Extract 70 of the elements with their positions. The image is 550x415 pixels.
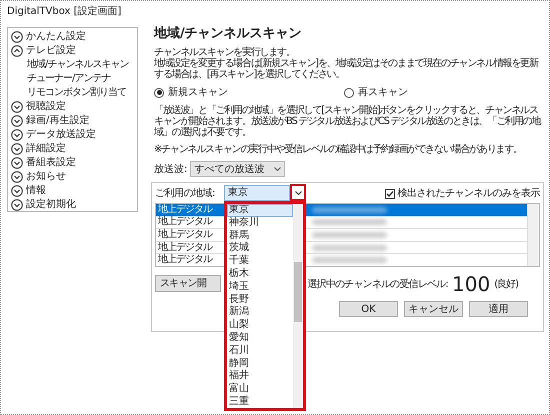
radio-label: 新規スキャン: [168, 86, 228, 100]
dropdown-option[interactable]: 福井: [227, 370, 293, 384]
expand-icon[interactable]: [11, 143, 23, 155]
checkbox-label: 検出されたチャンネルのみを表示: [398, 186, 540, 201]
sidebar-item[interactable]: 設定初期化: [26, 198, 76, 212]
signal-value: 100: [452, 273, 490, 295]
sidebar-item[interactable]: データ放送設定: [26, 128, 96, 142]
dropdown-option[interactable]: 群馬: [227, 230, 293, 242]
description-text: チャンネルスキャンを実行します。: [154, 47, 296, 58]
expand-icon[interactable]: [11, 185, 23, 197]
dropdown-option[interactable]: 愛知: [227, 332, 293, 345]
dropdown-option[interactable]: 栃木: [227, 268, 293, 281]
expand-icon[interactable]: [11, 171, 23, 183]
note-text: ※チャンネルスキャンの実行中や受信レベルの確認中は予約録画ができない場合があります。: [154, 144, 523, 155]
dropdown-option[interactable]: 千葉: [227, 255, 293, 268]
table-cell: 地上デジタル: [158, 228, 212, 241]
broadcast-select[interactable]: すべての放送波: [190, 161, 286, 177]
caret-icon: [274, 167, 282, 171]
collapse-icon[interactable]: [11, 45, 23, 57]
table-cell: 地上デジタル: [158, 216, 212, 228]
radio-label: 再スキャン: [358, 86, 408, 100]
table-cell: 地上デジタル: [158, 254, 212, 266]
table-cell-text: 地上デジタル: [158, 242, 212, 254]
radio-button[interactable]: [344, 88, 354, 98]
dropdown-option[interactable]: 三重: [227, 396, 293, 408]
table-cell-text: 地上デジタル: [158, 204, 212, 216]
radio-button[interactable]: [154, 88, 164, 98]
expand-icon[interactable]: [11, 101, 23, 113]
sidebar-item[interactable]: お知らせ: [26, 170, 66, 184]
region-label: ご利用の地域:: [155, 186, 215, 201]
sidebar-subitem[interactable]: チューナー/アンテナ: [27, 72, 110, 86]
scan-start-button[interactable]: スキャン開: [155, 275, 221, 292]
sidebar-item[interactable]: かんたん設定: [26, 30, 86, 44]
sidebar-subitem[interactable]: リモコンボタン割り当て: [27, 86, 126, 100]
dialog-button[interactable]: キャンセル: [404, 301, 463, 317]
sidebar-item[interactable]: 番組表設定: [26, 156, 76, 170]
dropdown-option[interactable]: 茨城: [227, 242, 293, 256]
dropdown-button[interactable]: [290, 184, 306, 201]
region-select[interactable]: 東京: [224, 184, 290, 200]
broadcast-label: 放送波:: [154, 162, 188, 176]
expand-icon[interactable]: [11, 115, 23, 127]
dropdown-option[interactable]: 新潟: [227, 306, 293, 320]
expand-icon[interactable]: [11, 157, 23, 169]
dropdown-option[interactable]: 長野: [227, 294, 293, 306]
dropdown-option[interactable]: 静岡: [227, 358, 293, 370]
sidebar-item[interactable]: 詳細設定: [26, 142, 66, 156]
expand-icon[interactable]: [11, 129, 23, 141]
window-title: DigitalTVbox [設定画面]: [6, 4, 122, 18]
sidebar-item[interactable]: 情報: [26, 184, 46, 198]
sidebar-item[interactable]: テレビ設定: [26, 44, 76, 58]
scrollbar: [527, 204, 539, 266]
dialog-button[interactable]: 適用: [469, 301, 528, 317]
sidebar-item[interactable]: 録画/再生設定: [26, 114, 90, 128]
signal-quality: (良好): [494, 278, 518, 292]
dialog-button[interactable]: OK: [339, 301, 398, 317]
expand-icon[interactable]: [11, 199, 23, 211]
instructions-text: 「放送波」と「ご利用の地域」を選択して[スキャン開始]ボタンをクリックすると、チャンネルスキャンが開始されます。放送波がBS デジタル放送およびCS デジタル放送のときは、「ご利用の地域」の選択は不要です。: [154, 105, 542, 138]
signal-label: 選択中のチャンネルの受信レベル:: [307, 278, 448, 292]
dropdown-option[interactable]: 埼玉: [227, 280, 293, 294]
dropdown-option[interactable]: 神奈川: [227, 216, 293, 230]
sidebar-subitem[interactable]: 地域/チャンネルスキャン: [27, 58, 128, 72]
description-text: 地域設定を変更する場合は[新規スキャン]を、地域設定はそのままで現在のチャンネル情報を更新する場合は、[再スキャン]を選択してください。: [154, 58, 540, 80]
page-heading: 地域/チャンネルスキャン: [154, 26, 303, 42]
dropdown-option[interactable]: 石川: [227, 344, 293, 358]
caret-icon: [294, 190, 302, 194]
dropdown-option[interactable]: 山梨: [227, 319, 293, 332]
checkbox[interactable]: [384, 188, 394, 198]
expand-icon[interactable]: [11, 31, 23, 43]
sidebar-item[interactable]: 視聴設定: [26, 100, 66, 114]
dropdown-option[interactable]: 富山: [227, 383, 293, 396]
